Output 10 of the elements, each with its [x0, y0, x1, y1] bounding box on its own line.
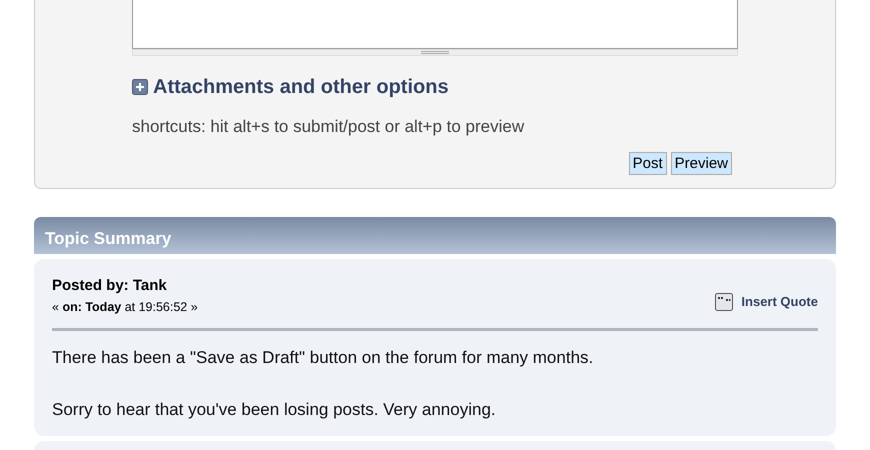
post-text: There has been a "Save as Draft" button on the forum for many months.	[52, 347, 594, 370]
attachments-toggle[interactable]: Attachments and other options	[153, 72, 449, 102]
submit-button[interactable]: Post	[628, 152, 667, 174]
post-author: Posted by: Tank	[52, 276, 168, 296]
section-header: Topic Summary	[34, 217, 836, 254]
post-text: Sorry to hear that you've been losing posts. Very annoying.	[52, 398, 497, 421]
post-date: « on: Today at 19:56:52 »	[52, 298, 198, 316]
preview-button[interactable]: Preview	[670, 152, 732, 174]
insert-quote-link[interactable]: Insert Quote	[741, 292, 818, 312]
shortcuts-hint: shortcuts: hit alt+s to submit/post or alt+p to preview	[132, 116, 526, 138]
